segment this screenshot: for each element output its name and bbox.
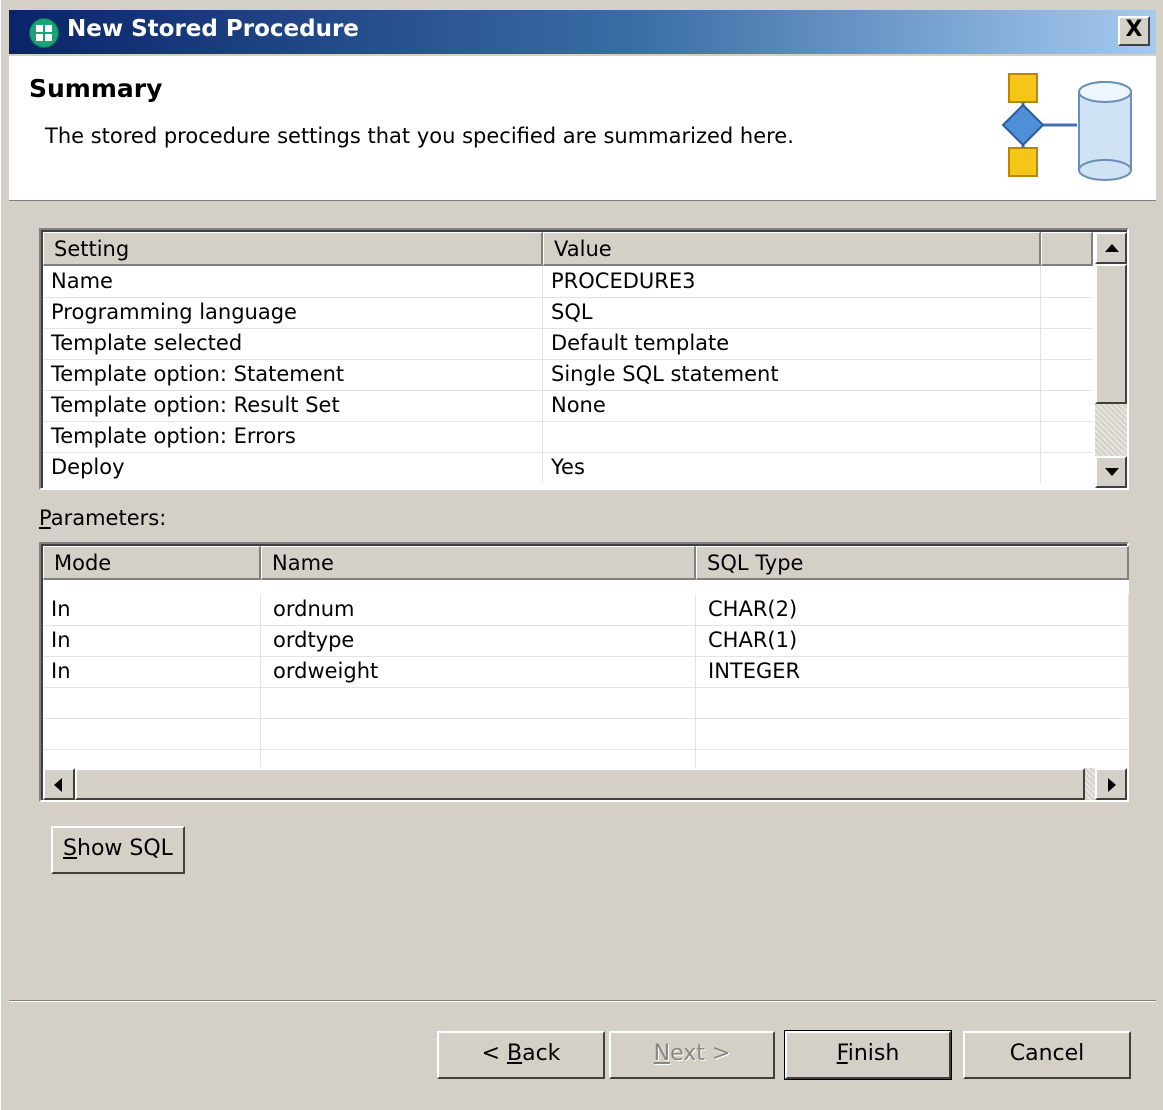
value-cell: Default template xyxy=(543,328,1041,359)
setting-cell: Programming language xyxy=(43,297,543,328)
finish-mnemonic: F xyxy=(836,1041,848,1066)
scroll-thumb[interactable] xyxy=(1095,264,1127,404)
column-header-setting[interactable]: Setting xyxy=(43,232,543,266)
sql-type-cell: CHAR(1) xyxy=(696,625,1129,656)
table-row[interactable]: In ordnum CHAR(2) xyxy=(43,594,1129,626)
close-button[interactable]: X xyxy=(1118,16,1150,46)
setting-cell: Deploy xyxy=(43,452,543,483)
scroll-up-button[interactable] xyxy=(1095,232,1127,264)
new-stored-procedure-dialog: New Stored Procedure X Summary The store… xyxy=(0,0,1163,1110)
back-button[interactable]: < Back xyxy=(437,1031,605,1079)
name-cell: ordnum xyxy=(261,594,696,625)
back-label: ack xyxy=(522,1041,561,1066)
column-header-filler xyxy=(1041,232,1093,266)
page-description: The stored procedure settings that you s… xyxy=(45,124,794,148)
value-cell xyxy=(543,421,1041,452)
table-row[interactable]: Deploy Yes xyxy=(43,452,1093,483)
table-row[interactable]: Template option: Result Set None xyxy=(43,390,1093,422)
mode-cell: In xyxy=(43,625,261,656)
setting-cell: Template option: Errors xyxy=(43,421,543,452)
table-row[interactable]: In ordtype CHAR(1) xyxy=(43,625,1129,657)
table-row[interactable]: Template option: Statement Single SQL st… xyxy=(43,359,1093,391)
mode-cell: In xyxy=(43,656,261,687)
next-button[interactable]: Next > xyxy=(609,1031,775,1079)
table-row[interactable]: Programming language SQL xyxy=(43,297,1093,329)
setting-cell: Template option: Statement xyxy=(43,359,543,390)
scroll-right-button[interactable] xyxy=(1095,768,1127,800)
next-label: ext > xyxy=(670,1041,731,1066)
show-sql-label: how SQL xyxy=(77,836,173,861)
cancel-label: Cancel xyxy=(1009,1041,1085,1066)
finish-label: inish xyxy=(847,1041,900,1066)
column-header-value[interactable]: Value xyxy=(543,232,1041,266)
back-label-prefix: < xyxy=(481,1041,507,1066)
sql-type-cell: INTEGER xyxy=(696,656,1129,687)
horizontal-scroll-thumb[interactable] xyxy=(75,768,1085,800)
wizard-header: Summary The stored procedure settings th… xyxy=(9,56,1156,201)
table-row-empty xyxy=(43,749,1129,767)
window-title: New Stored Procedure xyxy=(67,16,359,42)
table-row[interactable]: Template option: Errors xyxy=(43,421,1093,453)
column-header-sql-type[interactable]: SQL Type xyxy=(696,546,1129,580)
table-row[interactable]: In ordweight INTEGER xyxy=(43,656,1129,688)
parameters-table-header: Mode Name SQL Type xyxy=(43,546,1129,580)
summary-vertical-scrollbar[interactable] xyxy=(1095,232,1127,488)
table-row-empty xyxy=(43,687,1129,719)
parameters-horizontal-scrollbar[interactable] xyxy=(43,768,1127,800)
value-cell: SQL xyxy=(543,297,1041,328)
table-row[interactable]: Template selected Default template xyxy=(43,328,1093,360)
page-title: Summary xyxy=(29,74,163,103)
back-mnemonic: B xyxy=(507,1041,523,1066)
parameters-label-mnemonic: P xyxy=(39,506,51,530)
value-cell: Single SQL statement xyxy=(543,359,1041,390)
table-row-empty xyxy=(43,718,1129,750)
parameters-label: Parameters: xyxy=(39,506,166,530)
stored-procedure-wizard-icon xyxy=(1001,73,1132,181)
show-sql-mnemonic: S xyxy=(63,836,78,861)
value-cell: Yes xyxy=(543,452,1041,483)
summary-table-header: Setting Value xyxy=(43,232,1093,266)
setting-cell: Template option: Result Set xyxy=(43,390,543,421)
setting-cell: Template selected xyxy=(43,328,543,359)
summary-table[interactable]: Setting Value Name PROCEDURE3 Programmin… xyxy=(39,228,1129,490)
parameters-table[interactable]: Mode Name SQL Type In ordnum CHAR(2) In … xyxy=(39,542,1129,802)
column-header-name[interactable]: Name xyxy=(261,546,696,580)
sql-type-cell: CHAR(2) xyxy=(696,594,1129,625)
setting-cell: Name xyxy=(43,266,543,297)
table-row[interactable]: Name PROCEDURE3 xyxy=(43,266,1093,298)
arrow-left-icon xyxy=(54,778,62,792)
cancel-button[interactable]: Cancel xyxy=(963,1031,1131,1079)
column-header-mode[interactable]: Mode xyxy=(43,546,261,580)
scroll-left-button[interactable] xyxy=(43,768,75,800)
value-cell: PROCEDURE3 xyxy=(543,266,1041,297)
name-cell: ordtype xyxy=(261,625,696,656)
arrow-right-icon xyxy=(1108,778,1116,792)
arrow-down-icon xyxy=(1105,468,1119,476)
app-icon xyxy=(29,18,59,48)
mode-cell: In xyxy=(43,594,261,625)
footer-separator xyxy=(9,1000,1156,1002)
name-cell: ordweight xyxy=(261,656,696,687)
scroll-down-button[interactable] xyxy=(1095,456,1127,488)
next-mnemonic: N xyxy=(653,1041,671,1066)
title-bar[interactable]: New Stored Procedure X xyxy=(9,10,1156,54)
arrow-up-icon xyxy=(1105,244,1119,252)
finish-button[interactable]: Finish xyxy=(784,1030,952,1080)
close-icon: X xyxy=(1125,17,1143,42)
parameters-label-text: arameters: xyxy=(50,506,167,530)
show-sql-button[interactable]: Show SQL xyxy=(51,826,185,874)
value-cell: None xyxy=(543,390,1041,421)
